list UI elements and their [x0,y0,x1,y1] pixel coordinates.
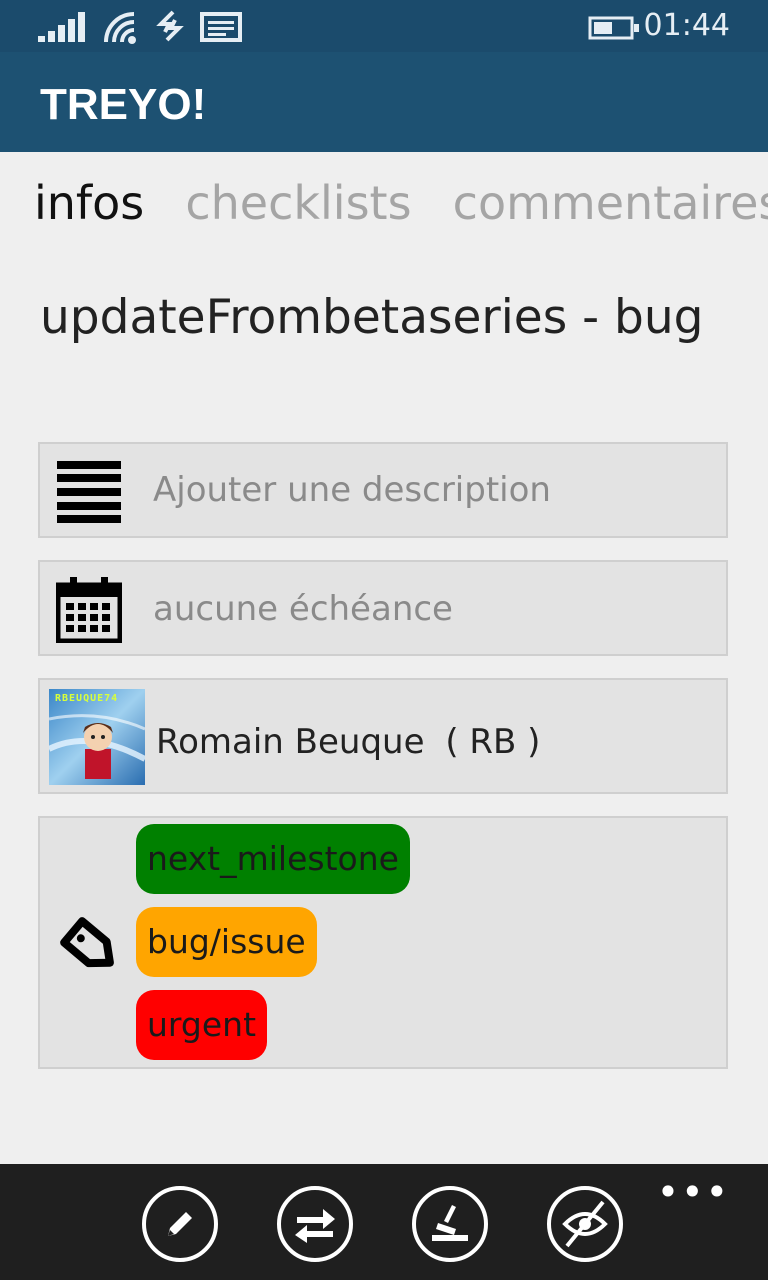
data-sync-icon [156,10,184,42]
move-button[interactable] [277,1186,353,1262]
pivot-tabs: infos checklists commentaires [34,176,768,240]
message-icon [200,12,242,42]
swap-icon [295,1209,335,1243]
battery-icon [588,16,639,40]
label-urgent[interactable]: urgent [136,990,268,1060]
clock: 01:44 [643,8,730,43]
tab-infos[interactable]: infos [34,176,144,230]
due-date-field[interactable]: aucune échéance [38,560,728,656]
signal-icon [38,12,85,42]
status-bar: 01:44 [0,0,768,52]
description-field[interactable]: Ajouter une description [38,442,728,538]
unwatch-icon [562,1200,608,1248]
tab-checklists[interactable]: checklists [185,176,411,230]
edit-button[interactable] [142,1186,218,1262]
avatar-caption: RBEUQUE74 [55,693,119,704]
label-bug-issue[interactable]: bug/issue [136,907,317,977]
description-icon [57,461,121,523]
archive-icon [432,1205,468,1241]
tag-icon [60,917,114,968]
tab-commentaires[interactable]: commentaires [453,176,768,230]
member-name-line: Romain Beuque ( RB ) [156,722,540,762]
member-field[interactable]: RBEUQUE74 Romain Beuque ( RB ) [38,678,728,794]
description-placeholder: Ajouter une description [153,470,551,510]
app-title: TREYO! [40,80,207,129]
unwatch-button[interactable] [547,1186,623,1262]
card-title[interactable]: updateFrombetaseries - bug [40,282,720,354]
member-avatar: RBEUQUE74 [49,689,145,785]
app-header: TREYO! [0,52,768,152]
due-date-value: aucune échéance [153,589,453,629]
more-options-button[interactable]: ••• [657,1170,730,1214]
archive-button[interactable] [412,1186,488,1262]
labels-field[interactable]: next_milestone bug/issue urgent [38,816,728,1069]
bottom-app-bar: ••• [0,1164,768,1280]
edit-icon [168,1212,192,1236]
calendar-icon [56,577,122,643]
member-name: Romain Beuque [156,722,425,762]
label-next-milestone[interactable]: next_milestone [136,824,410,894]
wifi-icon [104,12,136,44]
member-initials: ( RB ) [445,722,541,762]
